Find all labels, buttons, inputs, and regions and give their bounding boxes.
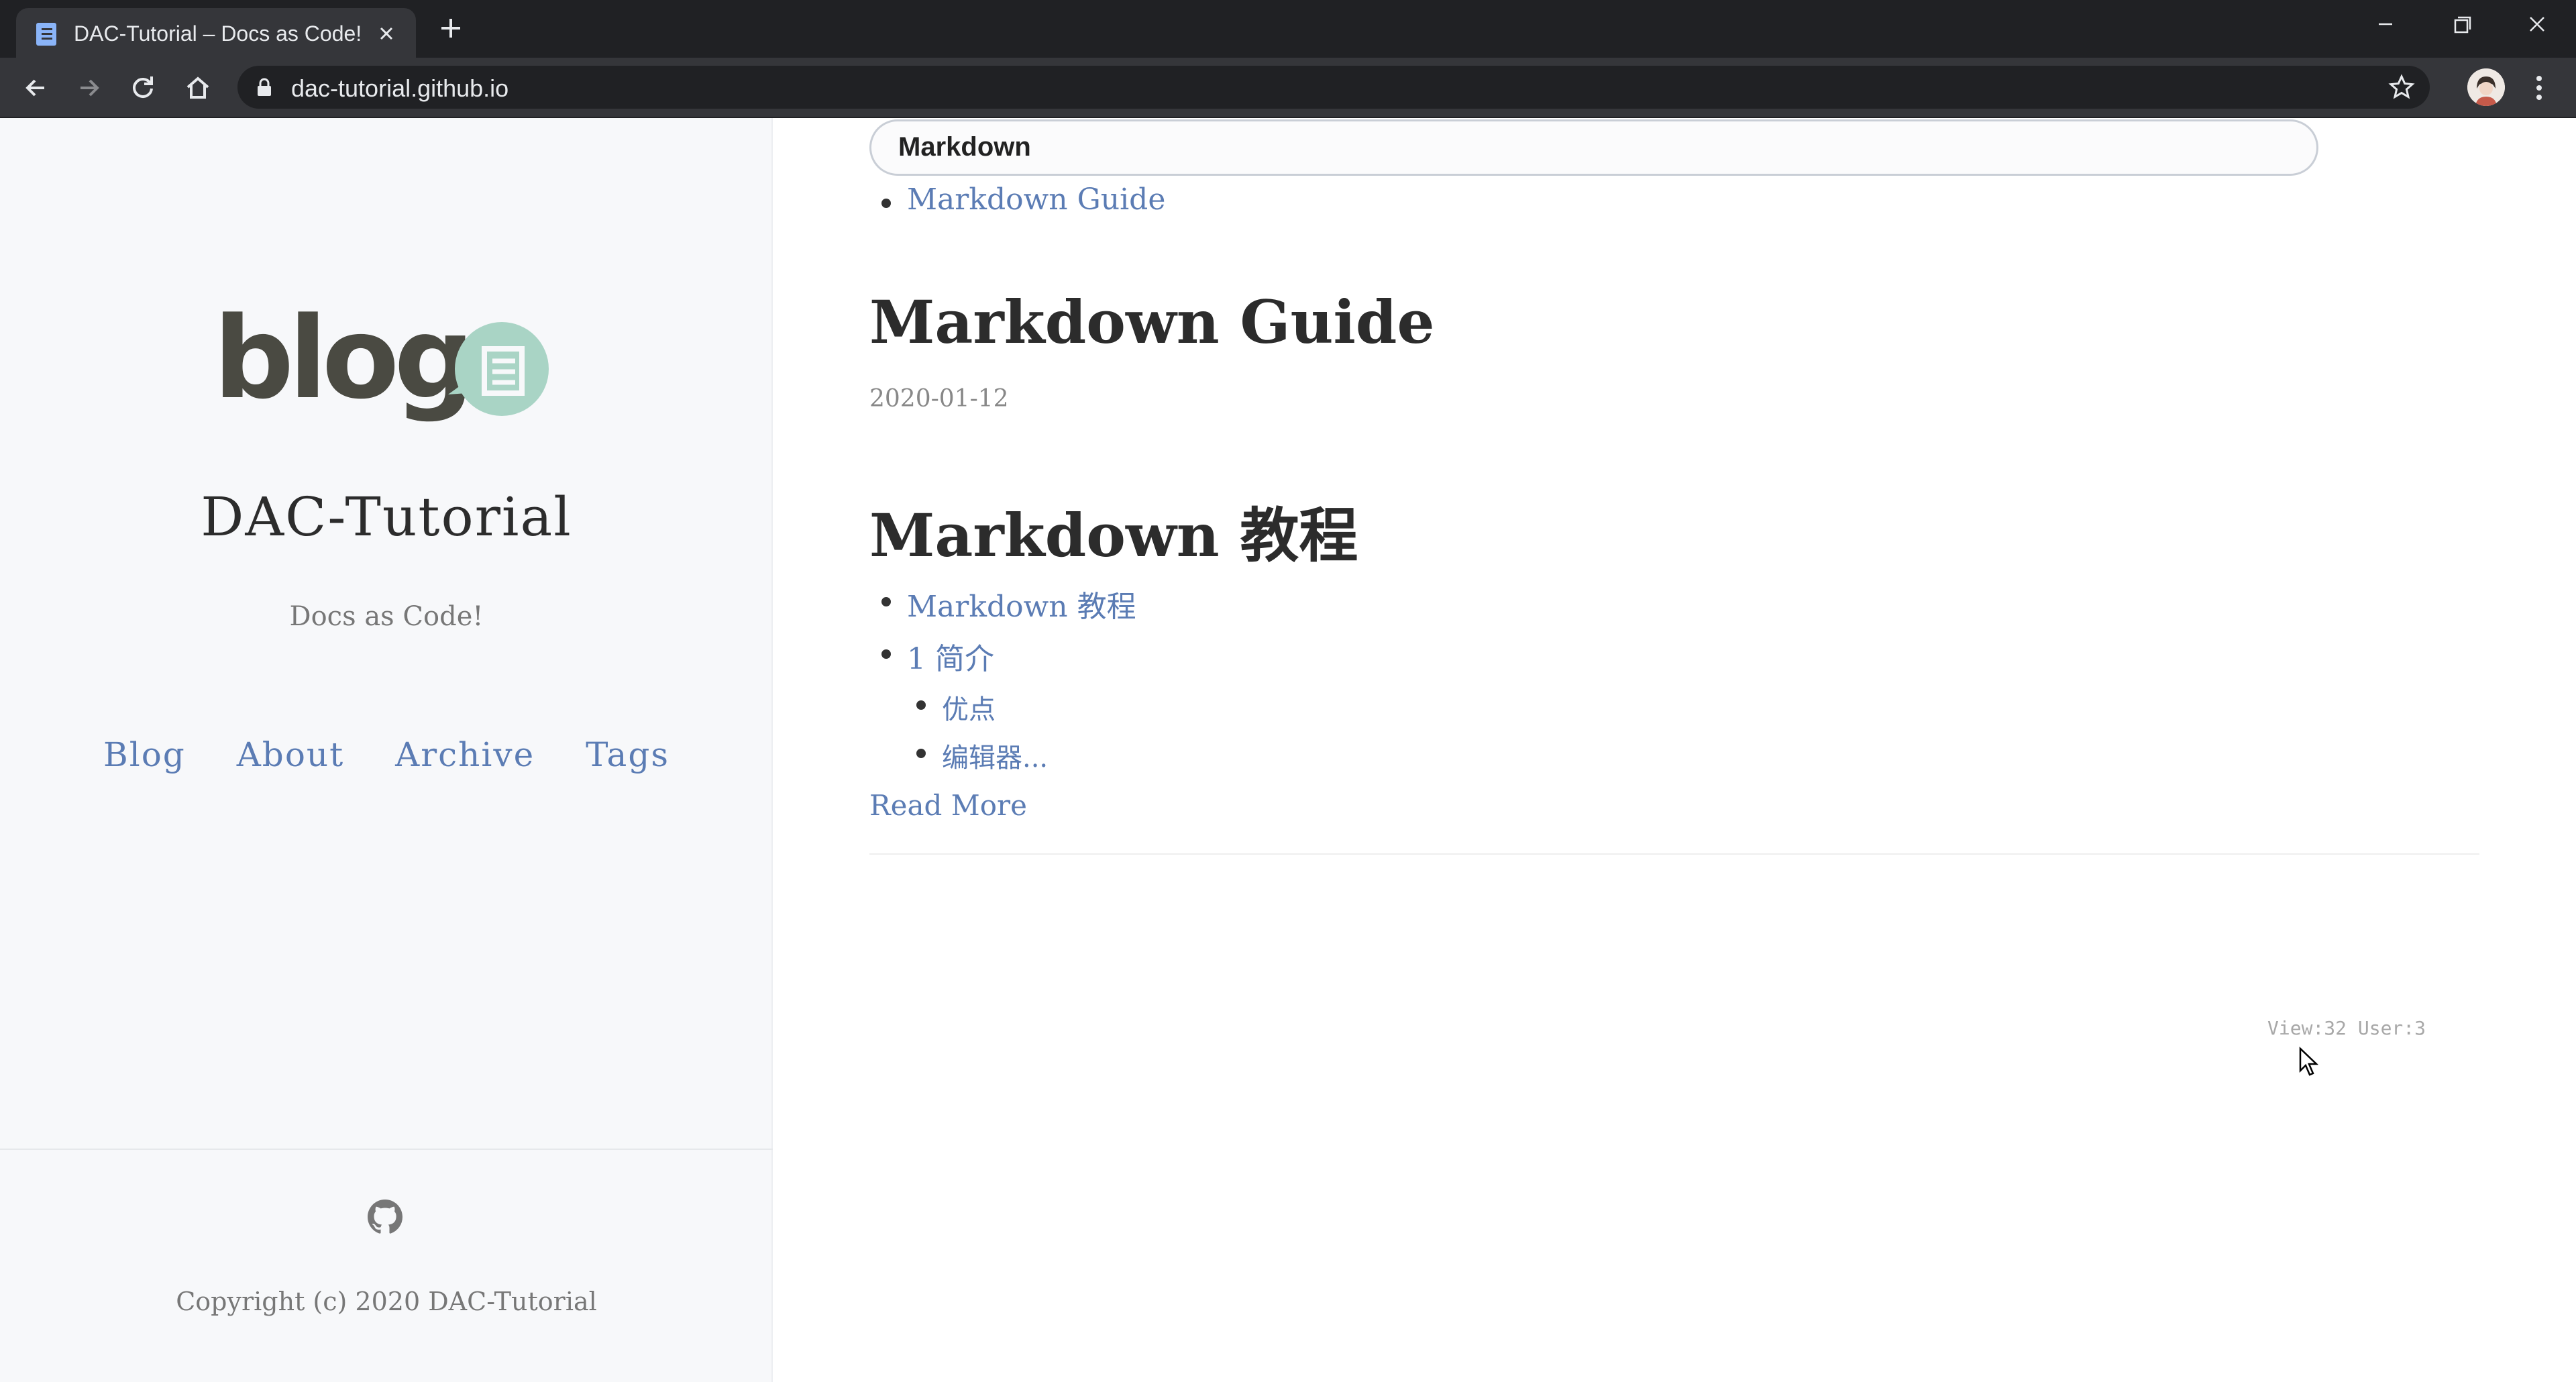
toc-item[interactable]: 1 简介 <box>869 633 1136 686</box>
copyright-text: Copyright (c) 2020 DAC-Tutorial <box>176 1287 597 1316</box>
address-bar[interactable]: dac-tutorial.github.io <box>237 66 2430 109</box>
site-description: Docs as Code! <box>289 601 484 632</box>
browser-titlebar: DAC-Tutorial – Docs as Code! <box>0 0 2576 58</box>
main-content: Markdown Markdown Guide Markdown Guide 2… <box>773 118 2576 1382</box>
new-tab-icon[interactable] <box>436 13 466 43</box>
profile-avatar[interactable] <box>2467 68 2505 106</box>
toc-subitem[interactable]: 编辑器... <box>869 734 1136 782</box>
tab-close-icon[interactable] <box>374 21 398 46</box>
search-input-value: Markdown <box>898 132 1031 162</box>
post-date: 2020-01-12 <box>869 385 1009 413</box>
nav-tags-link[interactable]: Tags <box>586 735 669 774</box>
blog-logo[interactable]: blog. <box>213 310 555 437</box>
avatar-icon <box>2467 68 2505 106</box>
post-title[interactable]: Markdown 教程 <box>869 488 1358 574</box>
minimize-icon[interactable] <box>2365 9 2406 39</box>
github-icon[interactable] <box>368 1200 402 1234</box>
mouse-cursor-icon <box>2299 1047 2318 1076</box>
back-icon[interactable] <box>20 72 51 103</box>
toc-subitem[interactable]: 优点 <box>869 686 1136 734</box>
url-text: dac-tutorial.github.io <box>291 74 509 102</box>
site-title[interactable]: DAC-Tutorial <box>0 486 773 548</box>
browser-tab[interactable]: DAC-Tutorial – Docs as Code! <box>16 8 416 58</box>
read-more-link[interactable]: Read More <box>869 789 1027 822</box>
nav-archive-link[interactable]: Archive <box>395 735 535 774</box>
nav-blog-link[interactable]: Blog <box>103 735 186 774</box>
sidebar: blog. DAC-Tutorial Docs as Code! Blog Ab… <box>0 118 773 1382</box>
search-input[interactable]: Markdown <box>869 119 2318 176</box>
home-icon[interactable] <box>182 72 213 103</box>
sidebar-divider <box>0 1149 773 1150</box>
post-title[interactable]: Markdown Guide <box>869 287 1434 357</box>
tab-title: DAC-Tutorial – Docs as Code! <box>74 21 362 46</box>
lock-icon <box>258 78 271 96</box>
restore-icon[interactable] <box>2442 9 2482 39</box>
document-favicon-icon <box>36 23 56 46</box>
reload-icon[interactable] <box>127 72 158 103</box>
browser-toolbar: dac-tutorial.github.io <box>0 58 2576 118</box>
visit-counter: View:32 User:3 <box>2267 1017 2426 1039</box>
web-page: blog. DAC-Tutorial Docs as Code! Blog Ab… <box>0 118 2576 1382</box>
nav-about-link[interactable]: About <box>237 735 345 774</box>
search-result-link[interactable]: Markdown Guide <box>869 182 1165 217</box>
post-toc: Markdown 教程 1 简介 优点 编辑器... <box>869 581 1136 782</box>
post-divider <box>869 853 2479 855</box>
toc-item[interactable]: Markdown 教程 <box>869 581 1136 633</box>
window-close-icon[interactable] <box>2517 9 2557 39</box>
site-nav: Blog About Archive Tags <box>0 735 773 774</box>
forward-icon[interactable] <box>74 72 105 103</box>
bookmark-star-icon[interactable] <box>2388 74 2415 101</box>
more-menu-icon[interactable] <box>2529 72 2549 103</box>
search-results: Markdown Guide <box>869 182 1165 217</box>
